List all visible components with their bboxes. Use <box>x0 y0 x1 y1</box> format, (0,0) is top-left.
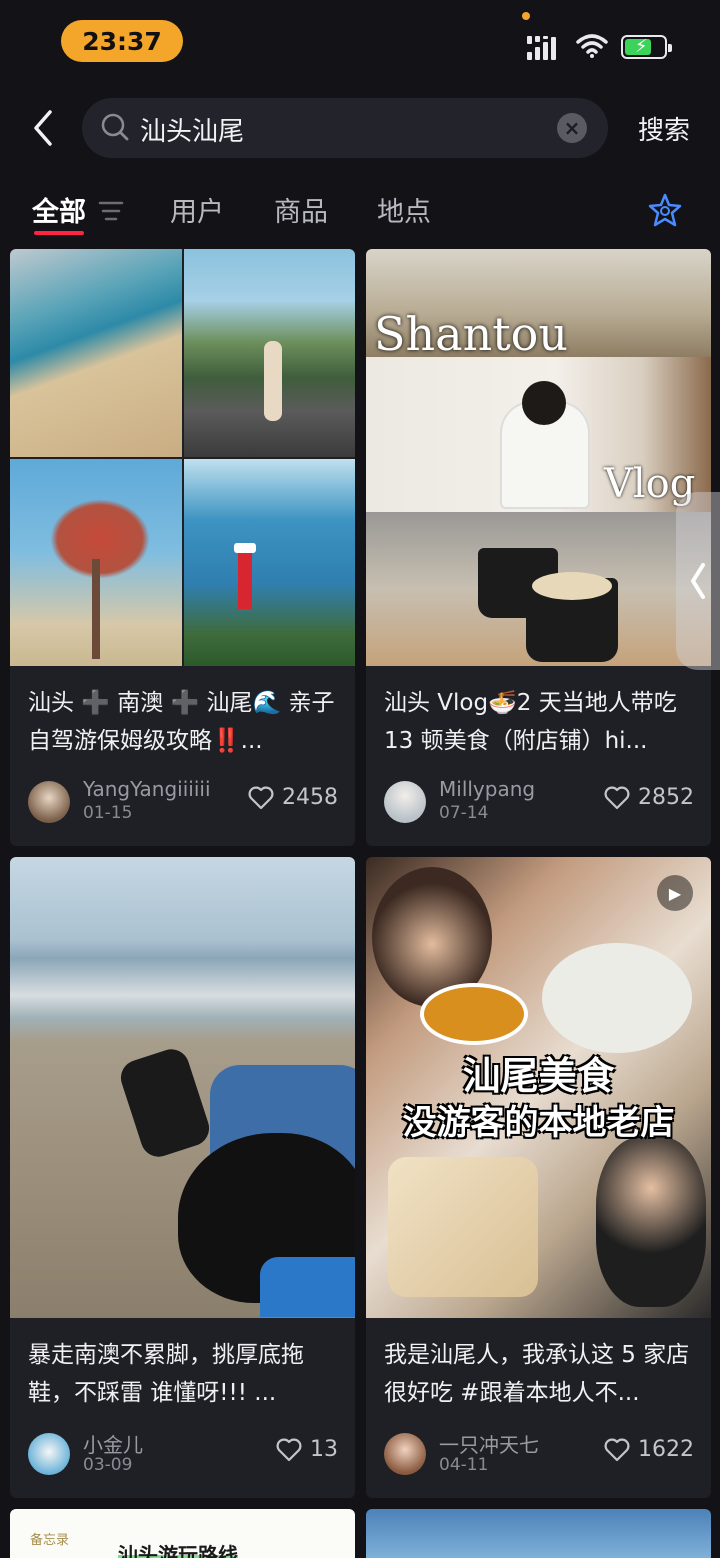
note-cover-image: ▶ 汕尾美食 没游客的本地老店 <box>366 857 711 1318</box>
note-cover-image: Shantou Vlog <box>366 249 711 666</box>
battery-icon: ⚡ <box>621 35 672 59</box>
eating-person-graphic <box>596 1137 706 1307</box>
like-button[interactable]: 1622 <box>604 1437 694 1462</box>
search-icon <box>101 113 129 141</box>
face-graphic <box>372 867 492 1007</box>
lighthouse-photo <box>183 458 355 666</box>
heart-icon <box>248 786 274 809</box>
note-title: 汕头 Vlog🍜2 天当地人带吃 13 顿美食（附店铺）hi... <box>384 690 677 754</box>
wifi-icon <box>576 34 608 58</box>
tab-places[interactable]: 地点 <box>377 190 431 229</box>
heart-icon <box>276 1438 302 1461</box>
shop-photo: Vlog <box>366 357 711 512</box>
like-count: 13 <box>310 1437 338 1462</box>
like-button[interactable]: 2458 <box>248 785 338 810</box>
like-button[interactable]: 2852 <box>604 785 694 810</box>
like-count: 2852 <box>638 785 694 810</box>
post-date: 04-11 <box>439 1455 489 1475</box>
memo-label: 备忘录 <box>30 1533 70 1548</box>
note-cover-image <box>10 249 355 666</box>
clear-search-icon[interactable]: × <box>557 113 587 143</box>
back-arrow-icon[interactable] <box>28 108 60 148</box>
search-query: 汕头汕尾 <box>140 117 245 147</box>
tab-all[interactable]: 全部 <box>32 190 86 229</box>
status-time: 23:37 <box>61 20 183 62</box>
avatar[interactable] <box>384 781 426 823</box>
note-cover-image <box>10 857 355 1318</box>
author-name[interactable]: YangYangiiiiii <box>83 777 211 801</box>
note-title: 暴走南澳不累脚，挑厚底拖鞋，不踩雷 谁懂呀!!! ... <box>28 1342 304 1406</box>
note-meta: 小金儿 03-09 13 <box>28 1433 338 1477</box>
like-button[interactable]: 13 <box>276 1437 338 1462</box>
note-card[interactable]: 暴走南澳不累脚，挑厚底拖鞋，不踩雷 谁懂呀!!! ... 小金儿 03-09 1… <box>10 857 355 1498</box>
note-meta: 一只冲天七 04-11 1622 <box>384 1433 694 1477</box>
note-title: 汕头 ➕ 南澳 ➕ 汕尾🌊 亲子自驾游保姆级攻略‼️... <box>28 690 335 754</box>
chevron-left-icon <box>691 563 705 599</box>
cover-caption: 没游客的本地老店 <box>402 1103 675 1143</box>
avatar[interactable] <box>28 781 70 823</box>
bowl-graphic <box>424 987 524 1041</box>
wrap-graphic <box>388 1157 538 1297</box>
note-card[interactable]: Shantou Vlog 汕头 Vlog🍜2 天当地人带吃 13 顿美食（附店铺… <box>366 249 711 846</box>
note-card[interactable]: ▶ 汕尾美食 没游客的本地老店 我是汕尾人，我承认这 5 家店很好吃 #跟着本地… <box>366 857 711 1498</box>
note-card[interactable]: 汕头 ➕ 南澳 ➕ 汕尾🌊 亲子自驾游保姆级攻略‼️... YangYangii… <box>10 249 355 846</box>
author-name[interactable]: Millypang <box>439 777 535 801</box>
tab-users[interactable]: 用户 <box>170 190 224 229</box>
tab-products[interactable]: 商品 <box>274 190 328 229</box>
cellular-signal-icon <box>527 36 556 60</box>
search-result-tabs: 全部 用户 商品 地点 <box>0 188 720 236</box>
video-play-icon: ▶ <box>657 875 693 911</box>
post-date: 07-14 <box>439 803 489 823</box>
memo-heading: 汕头游玩路线 <box>118 1539 238 1558</box>
note-card[interactable] <box>366 1509 711 1558</box>
note-title: 我是汕尾人，我承认这 5 家店很好吃 #跟着本地人不... <box>384 1342 690 1406</box>
active-tab-indicator <box>34 231 84 235</box>
cover-caption: 汕尾美食 <box>462 1054 615 1098</box>
ai-assistant-icon[interactable] <box>646 192 684 230</box>
side-panel-handle[interactable] <box>676 492 720 670</box>
dessert-photo <box>366 512 711 666</box>
street-photo: Shantou <box>366 249 711 361</box>
note-meta: YangYangiiiiii 01-15 2458 <box>28 777 338 825</box>
note-meta: Millypang 07-14 2852 <box>384 777 694 825</box>
heart-icon <box>604 1438 630 1461</box>
author-name[interactable]: 小金儿 <box>83 1429 143 1458</box>
post-date: 01-15 <box>83 803 133 823</box>
search-input[interactable]: 汕头汕尾 × <box>82 98 608 158</box>
post-date: 03-09 <box>83 1455 133 1475</box>
cover-overlay-text: Shantou <box>374 307 568 361</box>
beach-photo <box>10 249 182 457</box>
soup-bowl-graphic <box>542 943 692 1053</box>
red-tree-photo <box>10 458 182 666</box>
note-card[interactable]: 备忘录 汕头游玩路线 <box>10 1509 355 1558</box>
like-count: 2458 <box>282 785 338 810</box>
heart-icon <box>604 786 630 809</box>
road-walker-photo <box>183 249 355 457</box>
privacy-indicator-dot <box>522 12 530 20</box>
like-count: 1622 <box>638 1437 694 1462</box>
author-name[interactable]: 一只冲天七 <box>439 1429 539 1458</box>
avatar[interactable] <box>28 1433 70 1475</box>
sandal-graphic <box>116 1044 214 1162</box>
status-bar: 23:37 ⚡ <box>0 0 720 84</box>
avatar[interactable] <box>384 1433 426 1475</box>
filter-icon[interactable] <box>98 200 124 222</box>
search-button[interactable]: 搜索 <box>638 110 690 147</box>
